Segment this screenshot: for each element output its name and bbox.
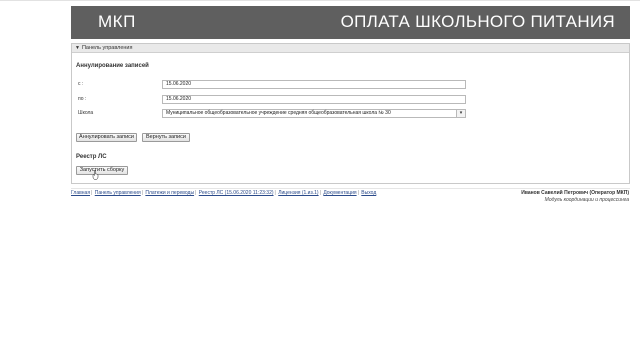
school-select-value: Муниципальное общеобразовательное учрежд… (166, 110, 391, 116)
to-date-label: по : (78, 96, 87, 102)
footer-nav: Главная| Панель управления| Платежи и пе… (71, 190, 377, 196)
school-label: Школа (78, 110, 94, 116)
footer-link-payments[interactable]: Платежи и переводы (145, 190, 194, 196)
app-header: МКП ОПЛАТА ШКОЛЬНОГО ПИТАНИЯ (71, 6, 630, 39)
restore-records-button[interactable]: Вернуть записи (142, 133, 190, 142)
school-select[interactable]: Муниципальное общеобразовательное учрежд… (162, 109, 466, 118)
app-logo: МКП (98, 12, 136, 31)
from-date-label: с : (78, 81, 84, 87)
module-name: Модуль координации и процессинга (544, 197, 629, 203)
footer-divider (71, 188, 630, 189)
start-build-button[interactable]: Запустить сборку (76, 166, 128, 175)
to-date-input[interactable]: 15.06.2020 (162, 95, 466, 104)
from-date-input[interactable]: 15.06.2020 (162, 80, 466, 89)
footer-link-registry[interactable]: Реестр ЛС (15.06.2020 11:23:32) (199, 190, 274, 196)
footer-link-license[interactable]: Лицензия (1.из.1) (278, 190, 318, 196)
panel-header[interactable]: ▼ Панель управления (72, 44, 629, 53)
top-border (0, 0, 640, 4)
app-title: ОПЛАТА ШКОЛЬНОГО ПИТАНИЯ (340, 12, 615, 31)
chevron-down-icon[interactable]: ▾ (456, 110, 465, 117)
footer-link-control-panel[interactable]: Панель управления (95, 190, 141, 196)
panel-title: Панель управления (81, 44, 133, 51)
triangle-down-icon[interactable]: ▼ (75, 44, 80, 53)
footer-link-logout[interactable]: Выход (361, 190, 376, 196)
registry-section-title: Реестр ЛС (76, 154, 107, 160)
cancel-records-button[interactable]: Аннулировать записи (76, 133, 137, 142)
current-user: Иванов Савелий Петрович (Оператор МКП) (521, 190, 629, 196)
cancel-section-title: Аннулирование записей (76, 63, 149, 69)
footer-link-home[interactable]: Главная (71, 190, 90, 196)
hand-cursor-icon (92, 170, 99, 180)
footer-link-docs[interactable]: Документация (323, 190, 356, 196)
control-panel: ▼ Панель управления Аннулирование записе… (71, 43, 630, 184)
